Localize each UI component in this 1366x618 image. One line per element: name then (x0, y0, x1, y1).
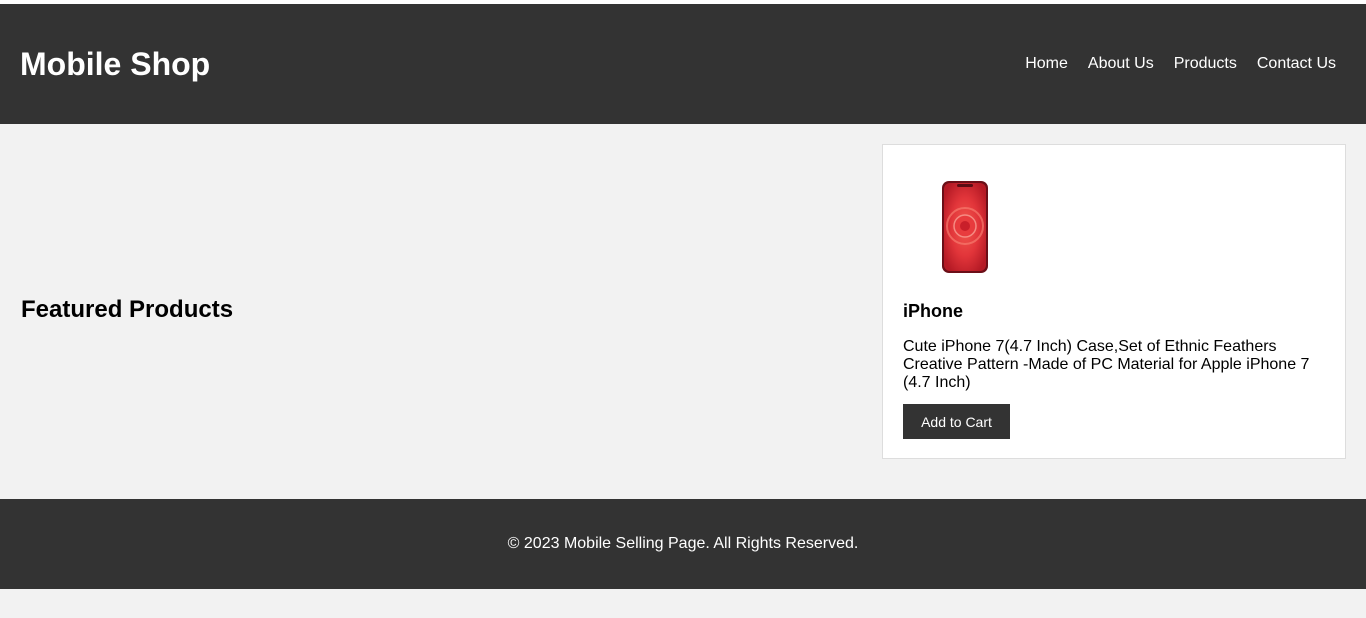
nav-link-about[interactable]: About Us (1088, 55, 1154, 73)
nav-link-home[interactable]: Home (1025, 55, 1068, 73)
nav-link-contact[interactable]: Contact Us (1257, 55, 1336, 73)
footer-copyright: © 2023 Mobile Selling Page. All Rights R… (507, 535, 859, 552)
product-image (903, 165, 1027, 289)
add-to-cart-button[interactable]: Add to Cart (903, 404, 1010, 439)
product-description: Cute iPhone 7(4.7 Inch) Case,Set of Ethn… (903, 338, 1310, 391)
main-content: Featured Products iPhone Cute iPhone 7(4… (0, 124, 1366, 499)
site-footer: © 2023 Mobile Selling Page. All Rights R… (0, 499, 1366, 589)
product-card: iPhone Cute iPhone 7(4.7 Inch) Case,Set … (882, 144, 1346, 459)
main-nav: Home About Us Products Contact Us (1025, 55, 1336, 73)
section-title: Featured Products (21, 296, 234, 323)
product-title: iPhone (903, 301, 964, 321)
site-logo[interactable]: Mobile Shop (20, 48, 210, 80)
phone-icon (942, 181, 988, 273)
site-header: Mobile Shop Home About Us Products Conta… (0, 4, 1366, 124)
nav-link-products[interactable]: Products (1174, 55, 1237, 73)
